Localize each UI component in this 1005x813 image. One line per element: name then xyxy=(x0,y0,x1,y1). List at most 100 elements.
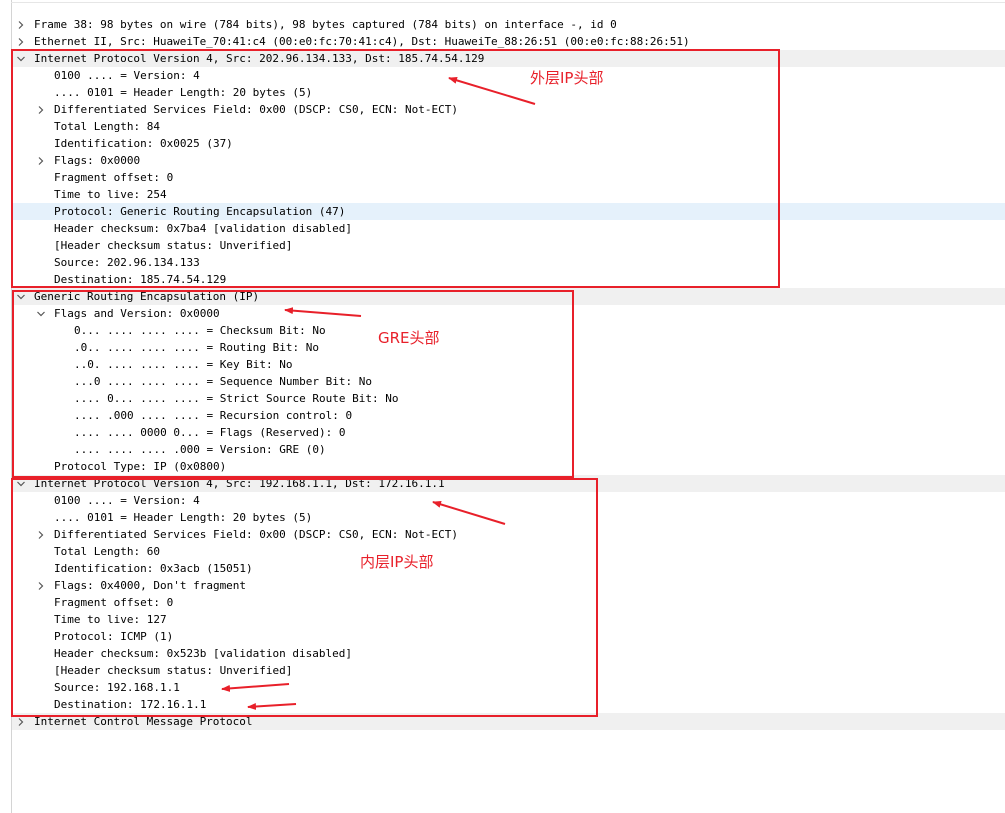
chevron-right-icon[interactable] xyxy=(35,526,47,543)
field-tree-row[interactable]: .... .... .... .000 = Version: GRE (0) xyxy=(12,441,1005,458)
chevron-down-icon[interactable] xyxy=(15,475,27,492)
field-tree-row[interactable]: Total Length: 84 xyxy=(12,118,1005,135)
field-tree-row[interactable]: Ethernet II, Src: HuaweiTe_70:41:c4 (00:… xyxy=(12,33,1005,50)
field-tree-row[interactable]: Destination: 185.74.54.129 xyxy=(12,271,1005,288)
field-tree-row[interactable]: Identification: 0x3acb (15051) xyxy=(12,560,1005,577)
tree-row-label: Total Length: 84 xyxy=(54,120,160,133)
protocol-tree-row[interactable]: Internet Control Message Protocol xyxy=(12,713,1005,730)
tree-row-label: Generic Routing Encapsulation (IP) xyxy=(34,290,260,303)
field-tree-row[interactable]: .... .... 0000 0... = Flags (Reserved): … xyxy=(12,424,1005,441)
tree-row-label: Differentiated Services Field: 0x00 (DSC… xyxy=(54,103,458,116)
field-tree-row[interactable]: Fragment offset: 0 xyxy=(12,169,1005,186)
field-tree-row[interactable]: Identification: 0x0025 (37) xyxy=(12,135,1005,152)
field-tree-row[interactable]: 0... .... .... .... = Checksum Bit: No xyxy=(12,322,1005,339)
tree-row-label: Fragment offset: 0 xyxy=(54,171,174,184)
tree-row-label: .0.. .... .... .... = Routing Bit: No xyxy=(74,341,320,354)
tree-row-label: ..0. .... .... .... = Key Bit: No xyxy=(74,358,293,371)
tree-row-label: Differentiated Services Field: 0x00 (DSC… xyxy=(54,528,458,541)
field-tree-row[interactable]: 0100 .... = Version: 4 xyxy=(12,492,1005,509)
tree-row-label: .... 0... .... .... = Strict Source Rout… xyxy=(74,392,399,405)
field-tree-row[interactable]: Source: 202.96.134.133 xyxy=(12,254,1005,271)
chevron-right-icon[interactable] xyxy=(15,33,27,50)
tree-row-label: Internet Protocol Version 4, Src: 192.16… xyxy=(34,477,445,490)
field-tree-row[interactable]: [Header checksum status: Unverified] xyxy=(12,662,1005,679)
tree-row-label: Source: 202.96.134.133 xyxy=(54,256,200,269)
chevron-down-icon[interactable] xyxy=(15,50,27,67)
chevron-right-icon[interactable] xyxy=(35,577,47,594)
packet-details-tree[interactable]: Frame 38: 98 bytes on wire (784 bits), 9… xyxy=(0,0,1005,813)
tree-row-label: Time to live: 254 xyxy=(54,188,167,201)
tree-row-label: .... .... 0000 0... = Flags (Reserved): … xyxy=(74,426,346,439)
chevron-down-icon[interactable] xyxy=(35,305,47,322)
tree-row-label: Protocol: Generic Routing Encapsulation … xyxy=(54,205,346,218)
field-tree-row[interactable]: Protocol: Generic Routing Encapsulation … xyxy=(12,203,1005,220)
tree-row-label: 0100 .... = Version: 4 xyxy=(54,494,200,507)
field-tree-row[interactable]: .... 0101 = Header Length: 20 bytes (5) xyxy=(12,509,1005,526)
field-tree-row[interactable]: .0.. .... .... .... = Routing Bit: No xyxy=(12,339,1005,356)
field-tree-row[interactable]: [Header checksum status: Unverified] xyxy=(12,237,1005,254)
tree-row-label: .... .... .... .000 = Version: GRE (0) xyxy=(74,443,326,456)
tree-row-label: [Header checksum status: Unverified] xyxy=(54,664,293,677)
field-tree-row[interactable]: Flags: 0x4000, Don't fragment xyxy=(12,577,1005,594)
outer-ip-header-annotation: 外层IP头部 xyxy=(530,69,604,87)
tree-row-label: Identification: 0x0025 (37) xyxy=(54,137,233,150)
tree-row-label: .... 0101 = Header Length: 20 bytes (5) xyxy=(54,511,313,524)
tree-row-label: .... 0101 = Header Length: 20 bytes (5) xyxy=(54,86,313,99)
tree-row-label: Ethernet II, Src: HuaweiTe_70:41:c4 (00:… xyxy=(34,35,690,48)
tree-row-label: Protocol Type: IP (0x0800) xyxy=(54,460,227,473)
tree-row-label: Identification: 0x3acb (15051) xyxy=(54,562,253,575)
tree-row-label: Header checksum: 0x7ba4 [validation disa… xyxy=(54,222,353,235)
tree-top-border xyxy=(11,2,1005,3)
gre-header-annotation: GRE头部 xyxy=(378,329,440,347)
tree-row-label: Internet Control Message Protocol xyxy=(34,715,253,728)
tree-row-label: 0... .... .... .... = Checksum Bit: No xyxy=(74,324,326,337)
chevron-right-icon[interactable] xyxy=(15,16,27,33)
tree-row-label: Flags and Version: 0x0000 xyxy=(54,307,220,320)
protocol-tree-row[interactable]: Internet Protocol Version 4, Src: 192.16… xyxy=(12,475,1005,492)
field-tree-row[interactable]: .... .000 .... .... = Recursion control:… xyxy=(12,407,1005,424)
field-tree-row[interactable]: Protocol Type: IP (0x0800) xyxy=(12,458,1005,475)
field-tree-row[interactable]: .... 0101 = Header Length: 20 bytes (5) xyxy=(12,84,1005,101)
tree-row-label: [Header checksum status: Unverified] xyxy=(54,239,293,252)
field-tree-row[interactable]: ...0 .... .... .... = Sequence Number Bi… xyxy=(12,373,1005,390)
field-tree-row[interactable]: Frame 38: 98 bytes on wire (784 bits), 9… xyxy=(12,16,1005,33)
protocol-tree-row[interactable]: Generic Routing Encapsulation (IP) xyxy=(12,288,1005,305)
tree-row-label: Frame 38: 98 bytes on wire (784 bits), 9… xyxy=(34,18,617,31)
inner-ip-header-annotation: 内层IP头部 xyxy=(360,553,434,571)
tree-row-label: ...0 .... .... .... = Sequence Number Bi… xyxy=(74,375,373,388)
tree-row-label: 0100 .... = Version: 4 xyxy=(54,69,200,82)
field-tree-row[interactable]: Flags: 0x0000 xyxy=(12,152,1005,169)
tree-row-label: Total Length: 60 xyxy=(54,545,160,558)
protocol-tree-row[interactable]: Internet Protocol Version 4, Src: 202.96… xyxy=(12,50,1005,67)
field-tree-row[interactable]: Source: 192.168.1.1 xyxy=(12,679,1005,696)
tree-row-label: .... .000 .... .... = Recursion control:… xyxy=(74,409,353,422)
tree-row-label: Flags: 0x0000 xyxy=(54,154,141,167)
tree-row-label: Destination: 185.74.54.129 xyxy=(54,273,227,286)
field-tree-row[interactable]: Differentiated Services Field: 0x00 (DSC… xyxy=(12,526,1005,543)
chevron-right-icon[interactable] xyxy=(35,101,47,118)
tree-row-label: Protocol: ICMP (1) xyxy=(54,630,174,643)
field-tree-row[interactable]: ..0. .... .... .... = Key Bit: No xyxy=(12,356,1005,373)
chevron-down-icon[interactable] xyxy=(15,288,27,305)
tree-row-label: Flags: 0x4000, Don't fragment xyxy=(54,579,247,592)
tree-row-label: Source: 192.168.1.1 xyxy=(54,681,180,694)
field-tree-row[interactable]: Time to live: 127 xyxy=(12,611,1005,628)
field-tree-row[interactable]: Header checksum: 0x7ba4 [validation disa… xyxy=(12,220,1005,237)
field-tree-row[interactable]: Differentiated Services Field: 0x00 (DSC… xyxy=(12,101,1005,118)
field-tree-row[interactable]: Time to live: 254 xyxy=(12,186,1005,203)
tree-row-label: Internet Protocol Version 4, Src: 202.96… xyxy=(34,52,485,65)
field-tree-row[interactable]: Header checksum: 0x523b [validation disa… xyxy=(12,645,1005,662)
field-tree-row[interactable]: Destination: 172.16.1.1 xyxy=(12,696,1005,713)
field-tree-row[interactable]: Protocol: ICMP (1) xyxy=(12,628,1005,645)
field-tree-row[interactable]: Total Length: 60 xyxy=(12,543,1005,560)
tree-row-label: Time to live: 127 xyxy=(54,613,167,626)
chevron-right-icon[interactable] xyxy=(35,152,47,169)
field-tree-row[interactable]: Flags and Version: 0x0000 xyxy=(12,305,1005,322)
field-tree-row[interactable]: Fragment offset: 0 xyxy=(12,594,1005,611)
tree-row-label: Destination: 172.16.1.1 xyxy=(54,698,207,711)
field-tree-row[interactable]: 0100 .... = Version: 4 xyxy=(12,67,1005,84)
tree-row-label: Header checksum: 0x523b [validation disa… xyxy=(54,647,353,660)
field-tree-row[interactable]: .... 0... .... .... = Strict Source Rout… xyxy=(12,390,1005,407)
tree-row-label: Fragment offset: 0 xyxy=(54,596,174,609)
chevron-right-icon[interactable] xyxy=(15,713,27,730)
